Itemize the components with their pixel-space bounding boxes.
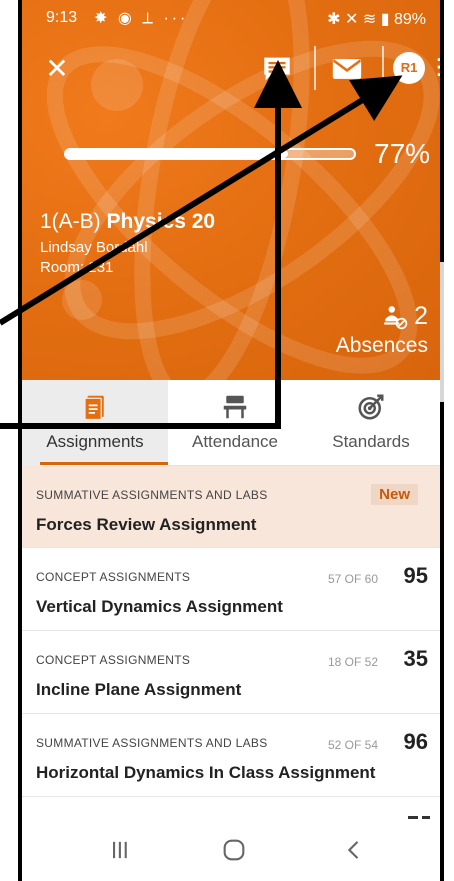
back-icon[interactable] — [340, 836, 368, 864]
list-item[interactable]: SUMMATIVE ASSIGNMENTS AND LABS 52 OF 54 … — [22, 714, 440, 797]
tab-standards[interactable]: Standards — [302, 380, 440, 466]
assignment-list: SUMMATIVE ASSIGNMENTS AND LABS New Force… — [22, 466, 440, 797]
toolbar-divider — [382, 46, 384, 90]
status-notification-icons: ✸ ◉ ⟂ ··· — [94, 10, 189, 27]
assignment-name: Incline Plane Assignment — [36, 680, 242, 699]
status-time: 9:13 — [46, 9, 78, 26]
assignment-score: 95 — [403, 563, 428, 588]
class-header: 9:13 ✸ ◉ ⟂ ··· ✱ ✕ ≋ ▮ 89% ✕ R1 ⋮ 77% 1(… — [22, 0, 440, 380]
list-item[interactable]: CONCEPT ASSIGNMENTS 57 OF 60 95 Vertical… — [22, 548, 440, 631]
grade-progress-fill — [66, 150, 288, 158]
assignment-category: SUMMATIVE ASSIGNMENTS AND LABS — [36, 488, 268, 502]
grade-progress-bar — [64, 148, 356, 160]
system-navigation-bar — [22, 820, 440, 881]
absence-icon — [384, 305, 408, 329]
room-number: Room: 231 — [40, 259, 114, 276]
desk-icon — [223, 395, 247, 419]
assignment-points: 57 OF 60 — [327, 572, 378, 586]
absences-summary[interactable]: 2 — [382, 302, 428, 331]
target-icon — [358, 394, 384, 420]
tab-label: Attendance — [191, 432, 278, 451]
assignment-points: 52 OF 54 — [327, 738, 378, 752]
absences-count: 2 — [414, 302, 428, 330]
assignment-category: CONCEPT ASSIGNMENTS — [36, 570, 191, 584]
class-section: 1(A-B) — [40, 210, 101, 233]
assignment-icon — [84, 395, 104, 421]
list-item[interactable]: SUMMATIVE ASSIGNMENTS AND LABS New Force… — [22, 466, 440, 548]
app-frame: 9:13 ✸ ◉ ⟂ ··· ✱ ✕ ≋ ▮ 89% ✕ R1 ⋮ 77% 1(… — [18, 0, 444, 881]
scrollbar-thumb[interactable] — [440, 262, 444, 402]
avatar[interactable]: R1 — [393, 52, 425, 84]
recent-apps-icon[interactable] — [106, 836, 134, 864]
toolbar-divider — [314, 46, 316, 90]
tab-label: Assignments — [46, 432, 144, 451]
more-vertical-icon[interactable]: ⋮ — [428, 52, 440, 86]
assignment-points: 18 OF 52 — [327, 655, 378, 669]
close-icon[interactable]: ✕ — [40, 52, 74, 86]
tab-attendance[interactable]: Attendance — [168, 380, 302, 466]
chat-icon[interactable] — [260, 52, 294, 86]
assignment-name: Horizontal Dynamics In Class Assignment — [36, 763, 376, 782]
tab-label: Standards — [332, 432, 410, 451]
assignment-name: Vertical Dynamics Assignment — [36, 597, 283, 616]
tab-indicator — [40, 462, 168, 465]
tab-assignments[interactable]: Assignments — [22, 380, 168, 466]
assignment-score: 35 — [403, 646, 428, 671]
absences-label: Absences — [335, 334, 428, 357]
class-subject: Physics 20 — [106, 210, 216, 233]
mail-icon[interactable] — [330, 52, 364, 86]
new-badge: New — [371, 484, 418, 505]
tab-bar: Assignments Attendance Standards — [22, 380, 440, 466]
list-item[interactable]: CONCEPT ASSIGNMENTS 18 OF 52 35 Incline … — [22, 631, 440, 714]
home-icon[interactable] — [220, 836, 248, 864]
status-bar: 9:13 ✸ ◉ ⟂ ··· ✱ ✕ ≋ ▮ 89% — [22, 0, 440, 34]
class-title: 1(A-B) Physics 20 — [40, 210, 215, 234]
assignment-score: 96 — [403, 729, 428, 754]
status-system-icons: ✱ ✕ ≋ ▮ 89% — [327, 11, 426, 28]
top-app-bar: ✕ R1 ⋮ — [22, 40, 440, 96]
assignment-category: CONCEPT ASSIGNMENTS — [36, 653, 191, 667]
teacher-name: Lindsay Bordahl — [40, 239, 148, 256]
assignment-category: SUMMATIVE ASSIGNMENTS AND LABS — [36, 736, 268, 750]
grade-percent: 77% — [374, 138, 431, 169]
assignment-name: Forces Review Assignment — [36, 515, 257, 534]
